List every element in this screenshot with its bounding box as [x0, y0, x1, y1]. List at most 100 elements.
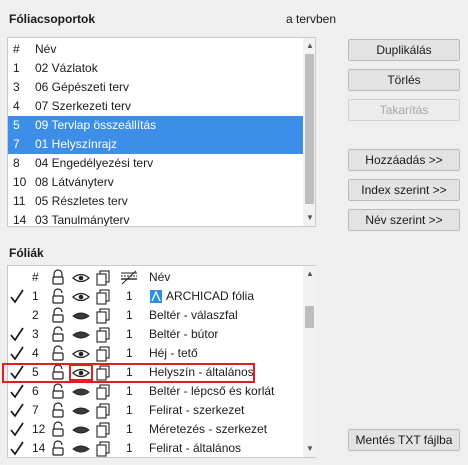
- groups-list[interactable]: # Név 1 02 Vázlatok 3 06 Gépészeti terv 4 07 …: [7, 37, 316, 227]
- lock-icon[interactable]: [50, 306, 66, 325]
- pen-number: 1: [126, 403, 133, 417]
- group-name: 08 Látványterv: [35, 175, 114, 189]
- check-icon[interactable]: [9, 363, 25, 382]
- group-list-item[interactable]: 4 07 Szerkezeti terv: [8, 97, 303, 116]
- check-icon[interactable]: [9, 439, 25, 458]
- layer-copy-icon[interactable]: [95, 325, 111, 344]
- layer-list-item[interactable]: 14 1 Felirat - általános: [8, 439, 303, 458]
- eye-solid-icon[interactable]: [72, 401, 90, 420]
- eye-open-icon[interactable]: [72, 344, 90, 363]
- lock-icon[interactable]: [50, 382, 66, 401]
- layer-number: 14: [32, 441, 46, 455]
- eye-solid-icon[interactable]: [72, 420, 90, 439]
- lock-icon[interactable]: [50, 420, 66, 439]
- layers-title: Fóliák: [9, 246, 44, 260]
- group-list-item[interactable]: 10 08 Látványterv: [8, 173, 303, 192]
- eye-solid-icon[interactable]: [72, 306, 90, 325]
- layer-list-item[interactable]: 5 1 Helyszín - általános: [8, 363, 303, 382]
- check-icon[interactable]: [9, 382, 25, 401]
- duplicate-button[interactable]: Duplikálás: [348, 39, 460, 61]
- groups-title: Fóliacsoportok: [9, 12, 96, 26]
- lock-icon[interactable]: [50, 344, 66, 363]
- group-name: 09 Tervlap összeállítás: [35, 118, 157, 132]
- lock-icon[interactable]: [50, 363, 66, 382]
- layers-scrollbar[interactable]: ▲ ▼: [303, 266, 316, 457]
- layer-list-item[interactable]: 7 1 Felirat - szerkezet: [8, 401, 303, 420]
- save-txt-button[interactable]: Mentés TXT fájlba: [348, 429, 460, 451]
- layer-number: 1: [32, 289, 39, 303]
- layer-name: Beltér - lépcső és korlát: [149, 384, 275, 398]
- by-name-button[interactable]: Név szerint >>: [348, 209, 460, 231]
- layer-copy-icon[interactable]: [95, 439, 111, 458]
- group-number: 1: [13, 61, 20, 75]
- layer-list-item[interactable]: 4 1 Héj - tető: [8, 344, 303, 363]
- layer-copy-icon[interactable]: [95, 401, 111, 420]
- check-icon[interactable]: [9, 401, 25, 420]
- group-name: 07 Szerkezeti terv: [35, 99, 132, 113]
- eye-open-icon[interactable]: [72, 287, 90, 306]
- layer-copy-icon[interactable]: [95, 420, 111, 439]
- layer-name: Felirat - szerkezet: [149, 403, 245, 417]
- cleanup-button[interactable]: Takarítás: [348, 99, 460, 121]
- scroll-thumb[interactable]: [305, 54, 314, 204]
- scroll-up-icon[interactable]: ▲: [303, 40, 315, 52]
- scroll-thumb[interactable]: [305, 306, 314, 328]
- delete-button[interactable]: Törlés: [348, 69, 460, 91]
- group-list-item[interactable]: 8 04 Engedélyezési terv: [8, 154, 303, 173]
- lock-icon[interactable]: [50, 401, 66, 420]
- group-number: 8: [13, 156, 20, 170]
- layers-list[interactable]: # Név 1 1 ARCHICAD fólia 2 1 Beltér - válaszf…: [2, 265, 316, 458]
- layer-copy-icon[interactable]: [95, 363, 111, 382]
- group-list-item[interactable]: 11 05 Részletes terv: [8, 192, 303, 211]
- by-index-button[interactable]: Index szerint >>: [348, 179, 460, 201]
- plan-label: a tervben: [286, 12, 337, 26]
- group-list-item[interactable]: 3 06 Gépészeti terv: [8, 78, 303, 97]
- add-button[interactable]: Hozzáadás >>: [348, 149, 460, 171]
- layer-name: Méretezés - szerkezet: [149, 422, 268, 436]
- layer-copy-icon[interactable]: [95, 306, 111, 325]
- group-name: 04 Engedélyezési terv: [35, 156, 154, 170]
- pen-number: 1: [126, 365, 133, 379]
- eye-open-icon[interactable]: [72, 363, 90, 382]
- eye-solid-icon[interactable]: [72, 382, 90, 401]
- header-num: #: [32, 270, 39, 284]
- group-list-item[interactable]: 5 09 Tervlap összeállítás: [8, 116, 303, 135]
- layer-copy-icon[interactable]: [95, 382, 111, 401]
- lock-icon[interactable]: [50, 439, 66, 458]
- scroll-down-icon[interactable]: ▼: [303, 443, 317, 455]
- layer-list-item[interactable]: 12 1 Méretezés - szerkezet: [8, 420, 303, 439]
- layer-number: 3: [32, 327, 39, 341]
- check-icon[interactable]: [9, 420, 25, 439]
- lock-icon[interactable]: [50, 287, 66, 306]
- layer-list-item[interactable]: 2 1 Beltér - válaszfal: [8, 306, 303, 325]
- eye-solid-icon[interactable]: [72, 325, 90, 344]
- layer-number: 5: [32, 365, 39, 379]
- eye-solid-icon[interactable]: [72, 439, 90, 458]
- group-list-item[interactable]: 7 01 Helyszínrajz: [8, 135, 303, 154]
- layer-name: Helyszín - általános: [149, 365, 254, 379]
- check-icon[interactable]: [9, 344, 25, 363]
- group-name: 01 Helyszínrajz: [35, 137, 118, 151]
- scroll-up-icon[interactable]: ▲: [303, 268, 317, 280]
- header-name: Név: [149, 270, 171, 284]
- layer-list-item[interactable]: 6 1 Beltér - lépcső és korlát: [8, 382, 303, 401]
- layer-list-item[interactable]: 3 1 Beltér - bútor: [8, 325, 303, 344]
- layer-copy-icon[interactable]: [95, 344, 111, 363]
- pen-width-icon: [119, 268, 139, 287]
- lock-icon[interactable]: [50, 325, 66, 344]
- layer-number: 6: [32, 384, 39, 398]
- check-icon[interactable]: [9, 287, 25, 306]
- archicad-layer-icon: [149, 287, 163, 306]
- header-name: Név: [35, 42, 57, 56]
- group-name: 02 Vázlatok: [35, 61, 98, 75]
- layer-copy-icon[interactable]: [95, 287, 111, 306]
- eye-icon: [72, 268, 90, 287]
- scroll-down-icon[interactable]: ▼: [303, 212, 315, 224]
- group-number: 7: [13, 137, 20, 151]
- group-list-item[interactable]: 14 03 Tanulmányterv: [8, 211, 303, 226]
- check-icon[interactable]: [9, 325, 25, 344]
- group-list-item[interactable]: 1 02 Vázlatok: [8, 59, 303, 78]
- layer-number: 12: [32, 422, 46, 436]
- groups-scrollbar[interactable]: ▲ ▼: [303, 38, 315, 226]
- layer-list-item[interactable]: 1 1 ARCHICAD fólia: [8, 287, 303, 306]
